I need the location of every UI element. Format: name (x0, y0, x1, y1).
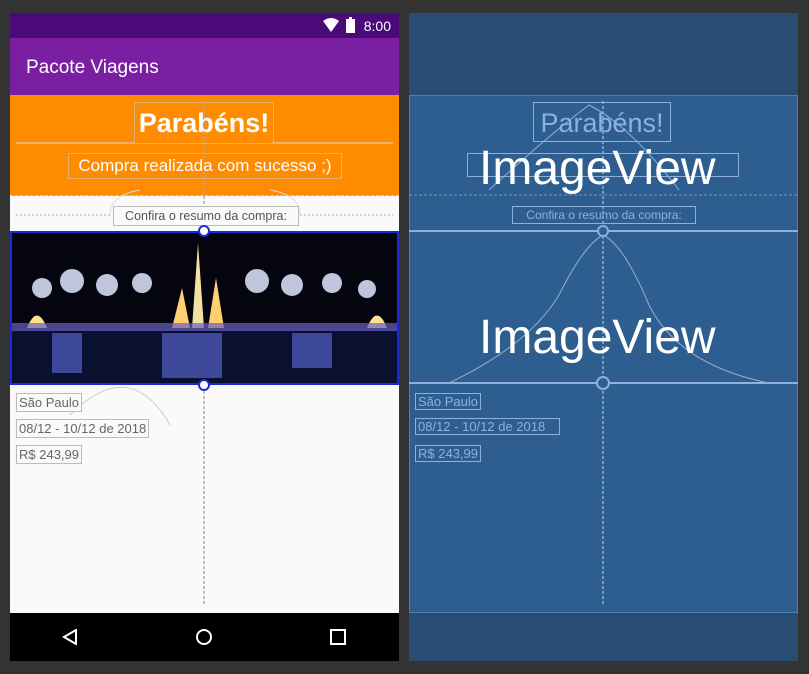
blueprint-view: Parabéns! ImageView Confira o resumo da … (409, 13, 798, 661)
bp-title-box[interactable]: Parabéns! (533, 102, 671, 142)
fountain-photo (12, 233, 397, 383)
back-icon[interactable] (62, 629, 78, 645)
app-title: Pacote Viagens (26, 57, 159, 78)
city-label[interactable]: São Paulo (16, 393, 82, 412)
battery-icon (346, 17, 355, 33)
bp-imageview-top-label: ImageView (479, 142, 716, 195)
recents-icon[interactable] (330, 629, 346, 645)
home-icon[interactable] (195, 628, 213, 646)
constraint-handle-top[interactable] (197, 224, 211, 238)
bp-dates-label[interactable]: 08/12 - 10/12 de 2018 (415, 418, 560, 435)
summary-label[interactable]: Confira o resumo da compra: (113, 206, 299, 226)
price-label[interactable]: R$ 243,99 (16, 445, 82, 464)
clock: 8:00 (363, 18, 391, 34)
constraint-handle-bottom[interactable] (197, 378, 211, 392)
destination-image[interactable] (10, 231, 399, 385)
bp-imageview-main-label: ImageView (479, 311, 716, 364)
design-view: 8:00 Pacote Viagens Parabéns! Compra rea… (10, 13, 399, 661)
wifi-icon (323, 18, 339, 32)
bp-title: Parabéns! (540, 108, 664, 138)
purchase-success-text[interactable]: Compra realizada com sucesso ;) (68, 153, 342, 179)
bp-price-label[interactable]: R$ 243,99 (415, 445, 481, 462)
bp-summary-box[interactable]: Confira o resumo da compra: (512, 206, 696, 224)
congrats-title[interactable]: Parabéns! (134, 102, 274, 144)
bp-city-label[interactable]: São Paulo (415, 393, 481, 410)
bp-summary-label: Confira o resumo da compra: (526, 208, 682, 222)
status-bar: 8:00 (10, 13, 399, 38)
navigation-bar (10, 613, 399, 661)
dates-label[interactable]: 08/12 - 10/12 de 2018 (16, 419, 150, 438)
